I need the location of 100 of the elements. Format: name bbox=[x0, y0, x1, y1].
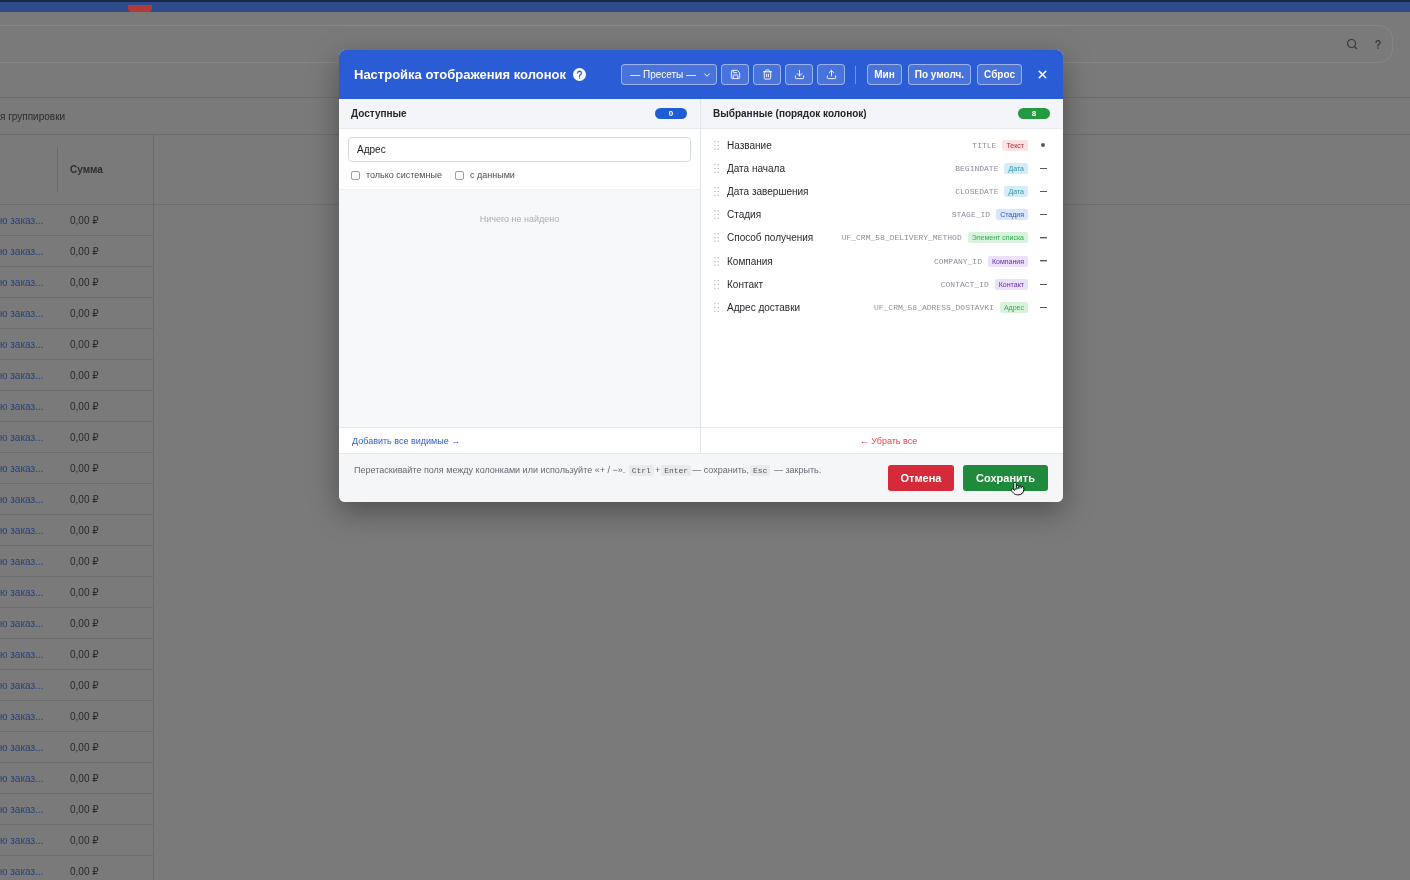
drag-handle-icon[interactable] bbox=[714, 163, 719, 173]
table-cell-text: 0,00 ₽ bbox=[69, 524, 99, 536]
trash-icon bbox=[761, 69, 773, 80]
table-cell-text: 0,00 ₽ bbox=[69, 338, 99, 350]
remove-button[interactable] bbox=[1039, 190, 1047, 193]
table-cell-text: 0,00 ₽ bbox=[69, 431, 99, 443]
field-code: COMPANY_ID bbox=[933, 256, 982, 266]
field-code: UF_CRM_58_ADRESS_DOSTAVKI bbox=[873, 302, 994, 312]
table-cell-text: 0,00 ₽ bbox=[69, 586, 99, 598]
close-icon bbox=[1036, 68, 1049, 81]
help-icon[interactable] bbox=[1375, 39, 1381, 49]
column-name: Название bbox=[727, 139, 772, 151]
cancel-button[interactable]: Отмена bbox=[888, 465, 954, 491]
count-badge: 0 bbox=[655, 108, 687, 119]
panel-title: Доступные bbox=[351, 108, 407, 119]
save-icon bbox=[729, 69, 741, 80]
order-link[interactable]: ю заказ... bbox=[0, 586, 58, 598]
column-header[interactable]: Сумма bbox=[70, 164, 103, 175]
table-cell-text: 0,00 ₽ bbox=[69, 834, 99, 846]
table-cell-text: 0,00 ₽ bbox=[69, 276, 99, 288]
table-cell-text: 0,00 ₽ bbox=[69, 400, 99, 412]
column-name: Дата завершения bbox=[727, 185, 809, 197]
filter-option[interactable]: только системные bbox=[351, 170, 442, 180]
save-preset-button[interactable] bbox=[721, 64, 750, 85]
drag-handle-icon[interactable] bbox=[714, 256, 719, 266]
table-cell-text: 0,00 ₽ bbox=[69, 307, 99, 319]
shortcut-hint: Перетаскивайте поля между колонками или используйте «+ / −». Ctrl + Enter — сохранить, Esc — закрыть. bbox=[354, 465, 823, 475]
order-link[interactable]: ю заказ... bbox=[0, 741, 58, 753]
order-link[interactable]: ю заказ... bbox=[0, 338, 58, 350]
remove-button[interactable] bbox=[1039, 306, 1047, 309]
help-icon[interactable] bbox=[573, 68, 586, 81]
drag-handle-icon[interactable] bbox=[714, 186, 719, 196]
order-link[interactable]: ю заказ... bbox=[0, 214, 58, 226]
table-cell-text: 0,00 ₽ bbox=[69, 648, 99, 660]
checkbox[interactable] bbox=[351, 170, 360, 180]
field-code: BEGINDATE bbox=[955, 163, 999, 173]
order-link[interactable]: ю заказ... bbox=[0, 710, 58, 722]
order-link[interactable]: ю заказ... bbox=[0, 772, 58, 784]
column-name: Адрес доставки bbox=[727, 301, 801, 313]
preset-select-value: — Пресеты — bbox=[630, 69, 697, 80]
upload-button[interactable] bbox=[817, 64, 846, 85]
grouping-label: я группировки bbox=[0, 110, 66, 122]
order-link[interactable]: ю заказ... bbox=[0, 679, 58, 691]
column-name: Стадия bbox=[727, 209, 762, 221]
table-cell-text: 0,00 ₽ bbox=[69, 741, 99, 753]
drag-handle-icon[interactable] bbox=[714, 140, 719, 150]
close-button[interactable] bbox=[1036, 68, 1049, 81]
panel-title: Выбранные (порядок колонок) bbox=[713, 108, 867, 119]
minus-icon bbox=[1039, 260, 1047, 262]
toolbar-button[interactable]: Сброс bbox=[977, 64, 1022, 85]
order-link[interactable]: ю заказ... bbox=[0, 803, 58, 815]
download-button[interactable] bbox=[785, 64, 814, 85]
download-icon bbox=[793, 69, 805, 80]
order-link[interactable]: ю заказ... bbox=[0, 524, 58, 536]
drag-handle-icon[interactable] bbox=[714, 233, 719, 243]
preset-select[interactable]: — Пресеты — bbox=[621, 64, 718, 85]
drag-handle-icon[interactable] bbox=[714, 210, 719, 220]
order-link[interactable]: ю заказ... bbox=[0, 555, 58, 567]
empty-message: Ничего не найдено bbox=[479, 214, 560, 225]
column-name: Способ получения bbox=[727, 232, 814, 244]
toolbar-button[interactable]: Мин bbox=[867, 64, 902, 85]
table-cell-text: 0,00 ₽ bbox=[69, 803, 99, 815]
count-badge: 8 bbox=[1018, 108, 1050, 119]
table-cell-text: 0,00 ₽ bbox=[69, 462, 99, 474]
upload-icon bbox=[825, 69, 837, 80]
search-icon[interactable] bbox=[1346, 38, 1358, 50]
order-link[interactable]: ю заказ... bbox=[0, 648, 58, 660]
column-name: Компания bbox=[727, 255, 773, 267]
remove-button[interactable] bbox=[1039, 213, 1047, 216]
order-link[interactable]: ю заказ... bbox=[0, 431, 58, 443]
order-link[interactable]: ю заказ... bbox=[0, 400, 58, 412]
delete-preset-button[interactable] bbox=[753, 64, 782, 85]
toolbar-button[interactable]: По умолч. bbox=[907, 64, 972, 85]
notification-badge-icon bbox=[128, 5, 152, 12]
remove-all-link[interactable]: ← Убрать все bbox=[859, 435, 918, 446]
table-cell-text: 0,00 ₽ bbox=[69, 772, 99, 784]
order-link[interactable]: ю заказ... bbox=[0, 493, 58, 505]
minus-icon bbox=[1039, 237, 1047, 239]
order-link[interactable]: ю заказ... bbox=[0, 462, 58, 474]
table-cell-text: 0,00 ₽ bbox=[69, 710, 99, 722]
drag-handle-icon[interactable] bbox=[714, 279, 719, 289]
save-button[interactable]: Сохранить bbox=[963, 465, 1048, 491]
table-cell-text: 0,00 ₽ bbox=[69, 865, 99, 877]
add-all-link[interactable]: Добавить все видимые → bbox=[352, 435, 461, 446]
minus-icon bbox=[1039, 283, 1047, 285]
order-link[interactable]: ю заказ... bbox=[0, 617, 58, 629]
minus-icon bbox=[1039, 167, 1047, 169]
table-cell-text: 0,00 ₽ bbox=[69, 214, 99, 226]
order-link[interactable]: ю заказ... bbox=[0, 245, 58, 257]
column-name: Контакт bbox=[727, 278, 763, 290]
order-link[interactable]: ю заказ... bbox=[0, 834, 58, 846]
filter-option[interactable]: с данными bbox=[455, 170, 515, 180]
drag-handle-icon[interactable] bbox=[714, 302, 719, 312]
order-link[interactable]: ю заказ... bbox=[0, 865, 58, 877]
checkbox[interactable] bbox=[455, 170, 464, 180]
dialog-title: Настройка отображения колонок bbox=[354, 67, 566, 82]
order-link[interactable]: ю заказ... bbox=[0, 276, 58, 288]
order-link[interactable]: ю заказ... bbox=[0, 307, 58, 319]
search-input[interactable]: Адрес bbox=[348, 137, 691, 162]
order-link[interactable]: ю заказ... bbox=[0, 369, 58, 381]
